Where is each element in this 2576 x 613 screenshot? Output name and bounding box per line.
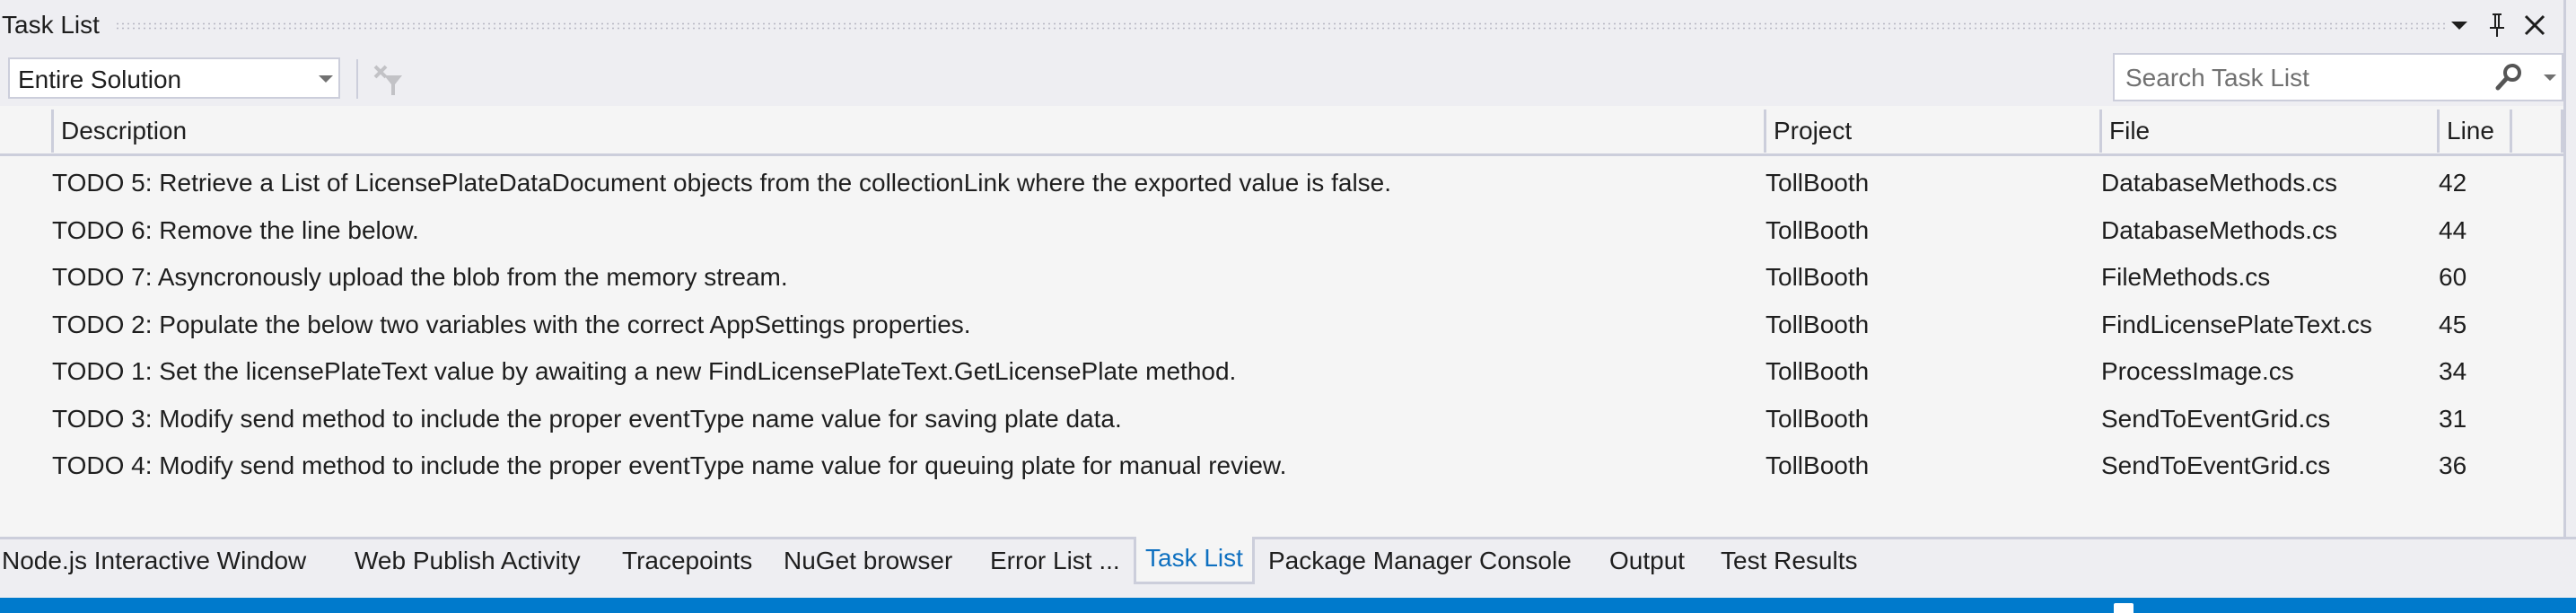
tab-web-publish-activity[interactable]: Web Publish Activity [355, 547, 581, 575]
search-icon[interactable] [2493, 62, 2524, 92]
tab-package-manager-console[interactable]: Package Manager Console [1268, 547, 1572, 575]
cell-description: TODO 1: Set the licensePlateText value b… [52, 357, 1237, 385]
search-options-chevron-icon[interactable] [2544, 74, 2556, 81]
filter-clear-icon[interactable] [373, 63, 409, 99]
cell-file: SendToEventGrid.cs [2101, 451, 2331, 479]
cell-project: TollBooth [1766, 404, 1870, 433]
column-header-file[interactable]: File [2099, 109, 2439, 153]
table-row[interactable]: TODO 6: Remove the line below. TollBooth D… [0, 207, 2563, 254]
tool-window-titlebar: Task List [0, 0, 2563, 54]
window-title: Task List [2, 11, 100, 39]
task-list-grid: Description Project File Line TODO 5: Re… [0, 106, 2563, 537]
table-row[interactable]: TODO 4: Modify send method to include th… [0, 442, 2563, 489]
cell-line: 36 [2439, 451, 2467, 479]
tab-output[interactable]: Output [1609, 547, 1685, 575]
search-task-list-input[interactable]: Search Task List [2113, 53, 2563, 101]
cell-file: SendToEventGrid.cs [2101, 404, 2331, 433]
cell-description: TODO 4: Modify send method to include th… [52, 451, 1287, 479]
status-bar [0, 598, 2576, 613]
toolbar-separator [356, 59, 358, 99]
table-row[interactable]: TODO 3: Modify send method to include th… [0, 396, 2563, 442]
cell-line: 60 [2439, 263, 2467, 291]
cell-project: TollBooth [1766, 357, 1870, 385]
cell-line: 42 [2439, 169, 2467, 197]
tab-task-list[interactable]: Task List [1134, 537, 1255, 584]
tab-nuget-browser[interactable]: NuGet browser [784, 547, 952, 575]
cell-description: TODO 6: Remove the line below. [52, 215, 419, 244]
scope-dropdown[interactable]: Entire Solution [8, 57, 340, 99]
panel-right-border [2563, 0, 2566, 537]
scope-value: Entire Solution [18, 66, 182, 93]
cell-line: 31 [2439, 404, 2467, 433]
bottom-tab-strip: Node.js Interactive Window Web Publish A… [0, 537, 2576, 597]
column-header-extra [2510, 109, 2563, 153]
close-icon[interactable] [2520, 9, 2549, 41]
table-row[interactable]: TODO 1: Set the licensePlateText value b… [0, 348, 2563, 395]
cell-description: TODO 7: Asyncronously upload the blob fr… [52, 263, 788, 291]
tab-test-results[interactable]: Test Results [1721, 547, 1858, 575]
table-row[interactable]: TODO 2: Populate the below two variables… [0, 302, 2563, 348]
cell-file: FileMethods.cs [2101, 263, 2271, 291]
column-header-project[interactable]: Project [1764, 109, 2100, 153]
cell-project: TollBooth [1766, 215, 1870, 244]
tab-error-list[interactable]: Error List ... [990, 547, 1120, 575]
table-row[interactable]: TODO 7: Asyncronously upload the blob fr… [0, 254, 2563, 301]
chevron-down-icon [319, 75, 333, 83]
tab-tracepoints[interactable]: Tracepoints [622, 547, 752, 575]
cell-description: TODO 5: Retrieve a List of LicensePlateD… [52, 169, 1392, 197]
cell-project: TollBooth [1766, 310, 1870, 338]
cell-project: TollBooth [1766, 263, 1870, 291]
drag-grip[interactable] [115, 22, 2449, 31]
cell-description: TODO 2: Populate the below two variables… [52, 310, 971, 338]
cell-line: 45 [2439, 310, 2467, 338]
column-header-line[interactable]: Line [2437, 109, 2511, 153]
cell-file: DatabaseMethods.cs [2101, 169, 2338, 197]
column-header-row: Description Project File Line [0, 106, 2563, 156]
cell-file: ProcessImage.cs [2101, 357, 2294, 385]
cell-file: DatabaseMethods.cs [2101, 215, 2338, 244]
window-position-dropdown-icon[interactable] [2445, 9, 2474, 41]
cell-project: TollBooth [1766, 169, 1870, 197]
cell-project: TollBooth [1766, 451, 1870, 479]
column-header-description[interactable]: Description [51, 109, 1766, 153]
cell-description: TODO 3: Modify send method to include th… [52, 404, 1122, 433]
pin-icon[interactable] [2483, 9, 2511, 41]
search-placeholder: Search Task List [2125, 64, 2309, 92]
status-bar-notification-icon[interactable] [2114, 603, 2134, 613]
cell-file: FindLicensePlateText.cs [2101, 310, 2372, 338]
tab-nodejs-interactive-window[interactable]: Node.js Interactive Window [2, 547, 306, 575]
cell-line: 34 [2439, 357, 2467, 385]
cell-line: 44 [2439, 215, 2467, 244]
table-row[interactable]: TODO 5: Retrieve a List of LicensePlateD… [0, 160, 2563, 206]
